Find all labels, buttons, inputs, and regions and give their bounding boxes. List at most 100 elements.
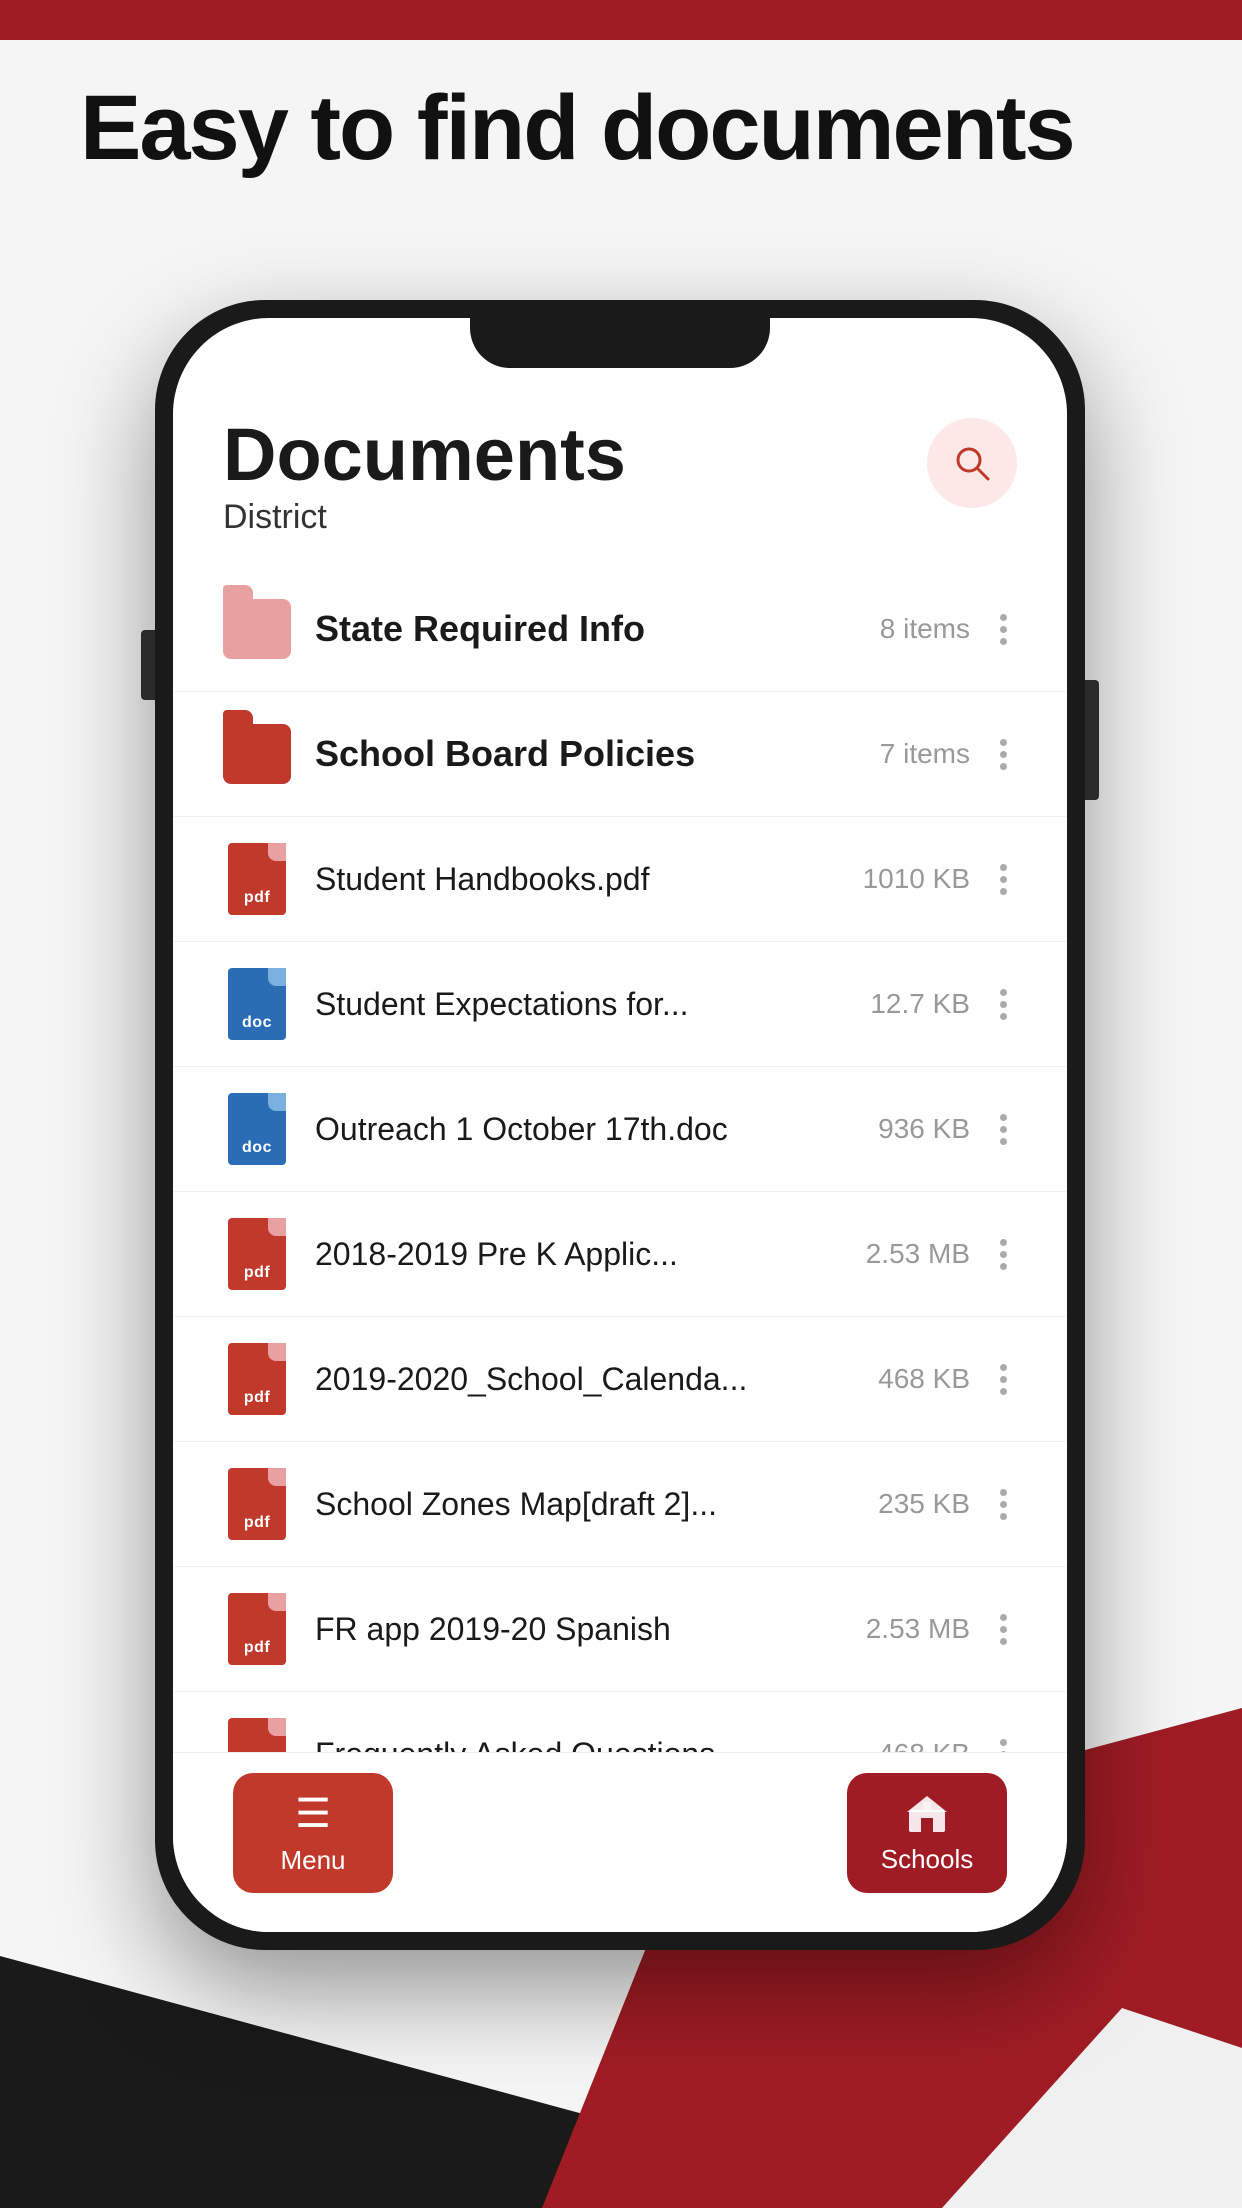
screen-header: Documents District [173, 378, 1067, 557]
more-dot [1000, 1251, 1007, 1258]
list-item[interactable]: pdf 2018-2019 Pre K Applic... 2.53 MB [173, 1192, 1067, 1317]
more-dot [1000, 1739, 1007, 1746]
file-row: FR app 2019-20 Spanish 2.53 MB [315, 1604, 1017, 1655]
file-row: State Required Info 8 items [315, 604, 1017, 655]
file-size: 2.53 MB [866, 1613, 970, 1645]
more-dot [1000, 1126, 1007, 1133]
doc-file-icon: doc [223, 1089, 291, 1169]
pdf-file-icon: pdf [223, 1214, 291, 1294]
header-titles: Documents District [223, 418, 626, 537]
file-row: Student Handbooks.pdf 1010 KB [315, 854, 1017, 905]
list-item[interactable]: School Board Policies 7 items [173, 692, 1067, 817]
schools-nav-button[interactable]: Schools [847, 1773, 1007, 1893]
pdf-file-icon: pdf [223, 1589, 291, 1669]
pdf-label: pdf [244, 889, 270, 907]
file-row: Student Expectations for... 12.7 KB [315, 979, 1017, 1030]
folder-shape [223, 724, 291, 784]
more-dot [1000, 638, 1007, 645]
pdf-shape: pdf [228, 1218, 286, 1290]
file-size: 468 KB [878, 1738, 970, 1752]
folder-shape [223, 599, 291, 659]
screen-subtitle: District [223, 498, 626, 537]
more-menu-button[interactable] [990, 1479, 1017, 1530]
more-menu-button[interactable] [990, 729, 1017, 780]
more-dot [1000, 1001, 1007, 1008]
more-menu-button[interactable] [990, 1729, 1017, 1753]
list-item[interactable]: pdf Student Handbooks.pdf 1010 KB [173, 817, 1067, 942]
file-name: School Board Policies [315, 733, 695, 775]
file-row: School Board Policies 7 items [315, 729, 1017, 780]
file-count: 8 items [880, 613, 970, 645]
top-bar [0, 0, 1242, 40]
more-dot [1000, 1376, 1007, 1383]
more-dot [1000, 614, 1007, 621]
menu-nav-button[interactable]: ☰ Menu [233, 1773, 393, 1893]
more-menu-button[interactable] [990, 1604, 1017, 1655]
schools-icon [905, 1792, 949, 1836]
more-dot [1000, 1364, 1007, 1371]
search-icon [950, 441, 994, 485]
more-dot [1000, 1638, 1007, 1645]
more-dot [1000, 989, 1007, 996]
more-menu-button[interactable] [990, 604, 1017, 655]
file-size: 12.7 KB [870, 988, 970, 1020]
more-dot [1000, 751, 1007, 758]
list-item[interactable]: pdf School Zones Map[draft 2]... 235 KB [173, 1442, 1067, 1567]
pdf-file-icon: pdf [223, 1339, 291, 1419]
more-menu-button[interactable] [990, 1229, 1017, 1280]
more-menu-button[interactable] [990, 1104, 1017, 1155]
file-name: 2019-2020_School_Calenda... [315, 1361, 747, 1398]
list-item[interactable]: pdf 2019-2020_School_Calenda... 468 KB [173, 1317, 1067, 1442]
file-name: Frequently Asked Questions... [315, 1736, 742, 1753]
list-item[interactable]: doc Outreach 1 October 17th.doc 936 KB [173, 1067, 1067, 1192]
list-item[interactable]: doc Student Expectations for... 12.7 KB [173, 942, 1067, 1067]
phone-outer: Documents District [155, 300, 1085, 1950]
pdf-shape: pdf [228, 1468, 286, 1540]
more-dot [1000, 1138, 1007, 1145]
screen-content: Documents District [173, 318, 1067, 1932]
file-size: 468 KB [878, 1363, 970, 1395]
phone-screen: Documents District [173, 318, 1067, 1932]
folder-icon [223, 589, 291, 669]
more-dot [1000, 1626, 1007, 1633]
file-row: 2019-2020_School_Calenda... 468 KB [315, 1354, 1017, 1405]
file-count: 7 items [880, 738, 970, 770]
doc-shape: doc [228, 968, 286, 1040]
phone-notch [470, 318, 770, 368]
doc-label: doc [242, 1014, 272, 1032]
more-dot [1000, 626, 1007, 633]
list-item[interactable]: State Required Info 8 items [173, 567, 1067, 692]
more-dot [1000, 1489, 1007, 1496]
pdf-label: pdf [244, 1639, 270, 1657]
pdf-shape: pdf [228, 1343, 286, 1415]
screen-title: Documents [223, 418, 626, 492]
file-row: Outreach 1 October 17th.doc 936 KB [315, 1104, 1017, 1155]
more-menu-button[interactable] [990, 1354, 1017, 1405]
menu-nav-label: Menu [280, 1845, 345, 1876]
more-dot [1000, 1614, 1007, 1621]
more-dot [1000, 1513, 1007, 1520]
more-dot [1000, 1013, 1007, 1020]
list-item[interactable]: pdf FR app 2019-20 Spanish 2.53 MB [173, 1567, 1067, 1692]
phone-wrapper: Documents District [155, 300, 1085, 1950]
more-dot [1000, 1501, 1007, 1508]
hero-title: Easy to find documents [80, 80, 1162, 177]
doc-label: doc [242, 1139, 272, 1157]
pdf-label: pdf [244, 1264, 270, 1282]
file-row: Frequently Asked Questions... 468 KB [315, 1729, 1017, 1753]
more-dot [1000, 1263, 1007, 1270]
menu-icon: ☰ [295, 1791, 331, 1837]
more-menu-button[interactable] [990, 979, 1017, 1030]
file-name: Outreach 1 October 17th.doc [315, 1111, 728, 1148]
more-dot [1000, 876, 1007, 883]
more-dot [1000, 888, 1007, 895]
more-menu-button[interactable] [990, 854, 1017, 905]
file-name: FR app 2019-20 Spanish [315, 1611, 671, 1648]
file-name: Student Expectations for... [315, 986, 689, 1023]
more-dot [1000, 864, 1007, 871]
more-dot [1000, 1388, 1007, 1395]
search-button[interactable] [927, 418, 1017, 508]
schools-nav-label: Schools [881, 1844, 974, 1875]
list-item[interactable]: pdf Frequently Asked Questions... 468 KB [173, 1692, 1067, 1752]
file-row: School Zones Map[draft 2]... 235 KB [315, 1479, 1017, 1530]
